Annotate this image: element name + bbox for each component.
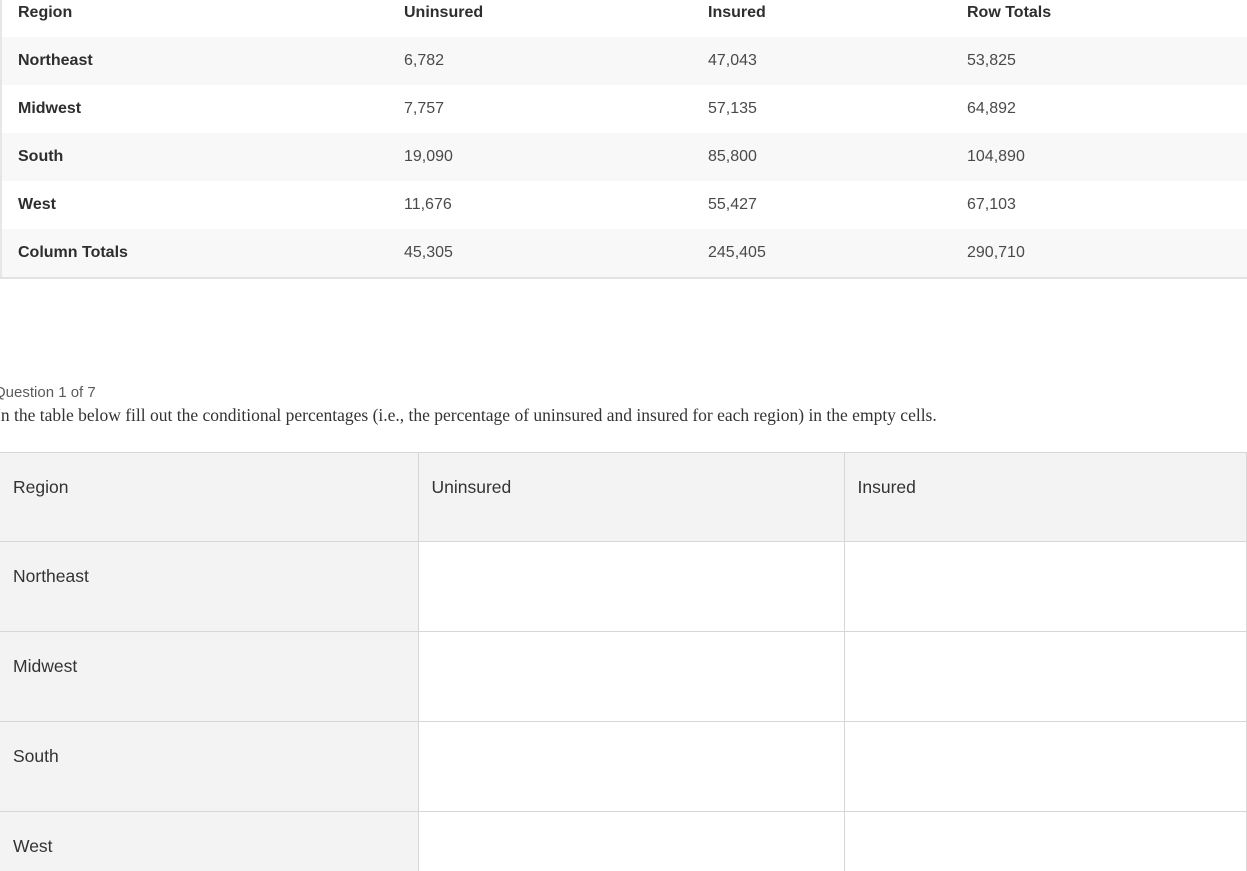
conditional-percentages-table: Region Uninsured Insured Northeast Midwe… [0,452,1247,871]
answer-header-region: Region [0,452,419,542]
uninsured-percent-cell[interactable] [417,721,845,812]
uninsured-value: 6,782 [404,52,445,69]
row-label: Column Totals [18,244,128,261]
insured-percent-cell[interactable] [843,811,1247,871]
uninsured-percent-cell[interactable] [417,631,845,722]
uninsured-percent-input[interactable] [418,722,844,811]
uninsured-value: 11,676 [404,196,452,213]
insured-value: 85,800 [708,148,757,165]
table-row: Midwest 7,757 57,135 64,892 [1,85,1247,133]
data-table-header-row: Region Uninsured Insured Row Totals [1,0,1247,37]
insurance-data-table: Region Uninsured Insured Row Totals Nort… [0,0,1247,279]
question-counter: Question 1 of 7 [0,384,96,401]
row-label: Northeast [18,52,93,69]
row-label: West [18,196,56,213]
table-row: South 19,090 85,800 104,890 [1,133,1247,181]
insured-value: 55,427 [708,196,757,213]
row-total-value: 64,892 [967,100,1016,117]
insured-percent-cell[interactable] [843,541,1247,632]
insured-percent-input[interactable] [844,542,1246,631]
uninsured-percent-input[interactable] [418,542,844,631]
uninsured-value: 7,757 [404,100,445,117]
uninsured-total: 45,305 [404,244,453,261]
row-total-value: 53,825 [967,52,1016,69]
uninsured-percent-input[interactable] [418,812,844,871]
answer-header-insured: Insured [844,452,1247,542]
insured-total: 245,405 [708,244,766,261]
answer-row-label: West [0,811,419,871]
column-header-row-totals: Row Totals [967,4,1052,21]
uninsured-value: 19,090 [404,148,453,165]
row-label: South [18,148,64,165]
answer-header-uninsured: Uninsured [418,452,845,542]
answer-row: South [0,721,1247,812]
answer-table-header-row: Region Uninsured Insured [0,452,1247,542]
grand-total: 290,710 [967,244,1025,261]
answer-row: West [0,811,1247,871]
table-row: Northeast 6,782 47,043 53,825 [1,37,1247,85]
insured-value: 57,135 [708,100,757,117]
answer-row: Midwest [0,631,1247,722]
column-header-insured: Insured [708,4,766,21]
insured-percent-cell[interactable] [843,631,1247,722]
row-total-value: 67,103 [967,196,1016,213]
row-total-value: 104,890 [967,148,1025,165]
insured-percent-cell[interactable] [843,721,1247,812]
insured-percent-input[interactable] [844,722,1246,811]
column-header-uninsured: Uninsured [404,4,484,21]
uninsured-percent-input[interactable] [418,632,844,721]
column-header-region: Region [18,4,73,21]
question-prompt: In the table below fill out the conditio… [0,405,937,425]
insured-percent-input[interactable] [844,812,1246,871]
answer-row-label: South [0,721,419,812]
uninsured-percent-cell[interactable] [417,811,845,871]
uninsured-percent-cell[interactable] [417,541,845,632]
answer-row-label: Northeast [0,541,419,632]
question-page: Region Uninsured Insured Row Totals Nort… [0,0,1247,871]
answer-row: Northeast [0,541,1247,632]
row-label: Midwest [18,100,82,117]
insured-percent-input[interactable] [844,632,1246,721]
insured-value: 47,043 [708,52,757,69]
answer-row-label: Midwest [0,631,419,722]
table-row: West 11,676 55,427 67,103 [1,181,1247,229]
column-totals-row: Column Totals 45,305 245,405 290,710 [1,229,1247,278]
